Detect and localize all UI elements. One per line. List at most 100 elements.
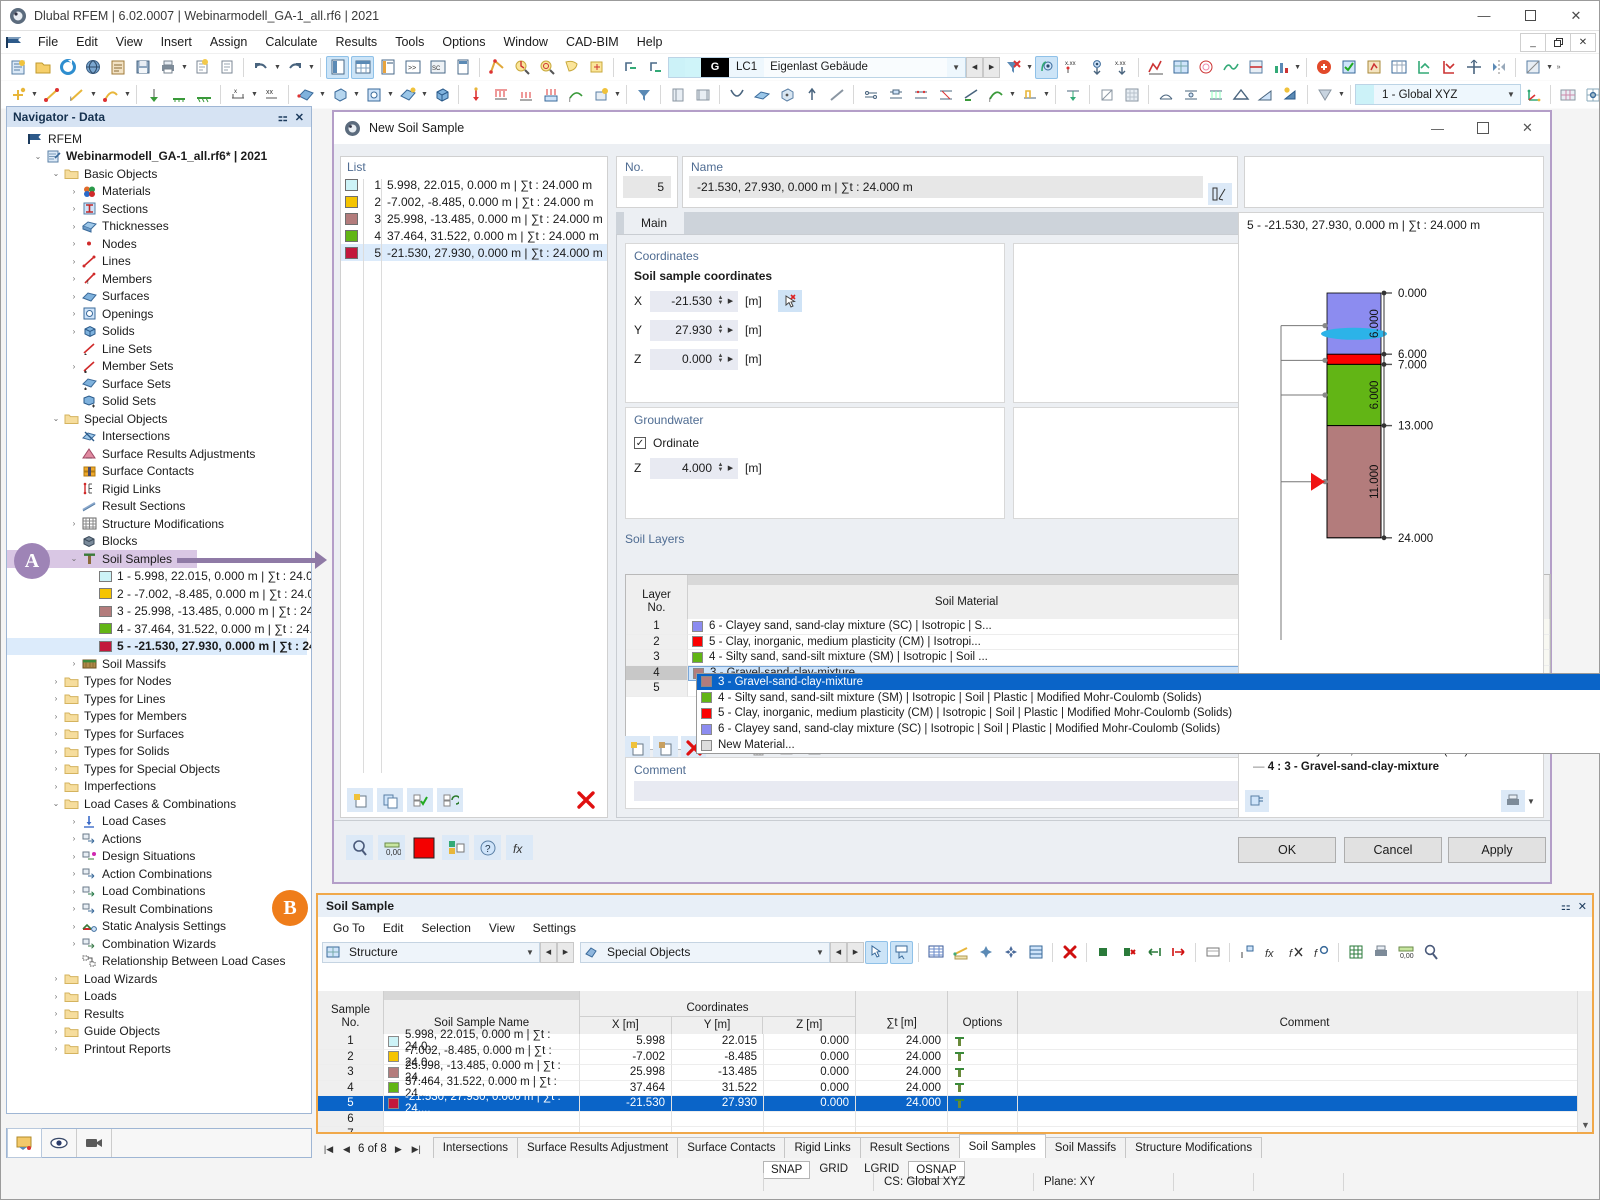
menu-help[interactable]: Help (628, 32, 672, 52)
table-ref-icon[interactable] (1235, 941, 1258, 964)
tree-item-result-combinations[interactable]: › Result Combinations (7, 900, 311, 918)
film-icon[interactable] (691, 83, 714, 106)
table-layout-icon[interactable] (1201, 941, 1224, 964)
report-icon[interactable] (215, 56, 238, 79)
table-excel-export-icon[interactable] (1344, 941, 1367, 964)
result-table-icon[interactable] (1387, 56, 1410, 79)
pager-next-icon[interactable]: ▶ (392, 1144, 405, 1155)
grid-snap-icon[interactable] (1581, 83, 1599, 106)
render-settings-dropdown-icon[interactable]: ▼ (1545, 56, 1554, 79)
new-line-icon[interactable] (40, 83, 63, 106)
new-model-icon[interactable] (6, 56, 29, 79)
groundwater-z-expand-icon[interactable]: ▶ (725, 464, 736, 472)
row-comment[interactable] (1018, 1111, 1592, 1127)
tree-item-3-25-998-13-485-0-000-m-t-24-000-m[interactable]: 3 - 25.998, -13.485, 0.000 m | ∑t : 24.0… (7, 603, 311, 621)
mesh-icon[interactable] (1154, 83, 1177, 106)
mdi-minimize-button[interactable]: _ (1520, 32, 1546, 52)
globe-icon[interactable] (81, 56, 104, 79)
member-eccentricity-icon[interactable] (884, 83, 907, 106)
move-icon[interactable] (1462, 56, 1485, 79)
menu-view[interactable]: View (107, 32, 152, 52)
new-arc-dropdown-icon[interactable]: ▼ (123, 83, 132, 106)
dialog-minimize-button[interactable]: — (1415, 112, 1460, 144)
tree-expander-icon[interactable]: › (67, 204, 81, 213)
surface-result-icon[interactable] (1169, 56, 1192, 79)
coord-x-expand-icon[interactable]: ▶ (725, 297, 736, 305)
surface-load-icon[interactable] (539, 83, 562, 106)
tree-item-thicknesses[interactable]: › Thicknesses (7, 218, 311, 236)
bottom-tab-result-sections[interactable]: Result Sections (859, 1137, 960, 1158)
menu-assign[interactable]: Assign (201, 32, 257, 52)
tree-item-member-sets[interactable]: › Member Sets (7, 358, 311, 376)
render-view-icon[interactable] (1035, 55, 1059, 79)
tree-item-types-for-special-objects[interactable]: › Types for Special Objects (7, 760, 311, 778)
row-z[interactable] (764, 1127, 856, 1132)
tree-expander-icon[interactable]: ⌄ (67, 554, 81, 563)
table-clear-icon[interactable] (1058, 941, 1081, 964)
table-menu-edit[interactable]: Edit (374, 919, 413, 937)
tree-item-intersections[interactable]: Intersections (7, 428, 311, 446)
surface-plane-icon[interactable] (750, 83, 773, 106)
layer-material[interactable]: 5 - Clay, inorganic, medium plasticity (… (688, 634, 1246, 650)
tree-item-solids[interactable]: › Solids (7, 323, 311, 341)
tree-expander-icon[interactable]: ⌄ (31, 152, 45, 161)
member-support-icon[interactable] (959, 83, 982, 106)
bottom-tab-rigid-links[interactable]: Rigid Links (784, 1137, 861, 1158)
menu-file[interactable]: File (29, 32, 67, 52)
row-options[interactable] (948, 1049, 1018, 1065)
tree-item-webinarmodell-ga-1-all-rf6-2021[interactable]: ⌄ Webinarmodell_GA-1_all.rf6* | 2021 (7, 148, 311, 166)
save-icon[interactable] (131, 56, 154, 79)
tree-item-2-7-002-8-485-0-000-m-t-24-000-m[interactable]: 2 - -7.002, -8.485, 0.000 m | ∑t : 24.00… (7, 585, 311, 603)
bottom-tab-structure-modifications[interactable]: Structure Modifications (1125, 1137, 1263, 1158)
special-objects-combo-chevron-icon[interactable]: ▼ (811, 948, 829, 957)
tree-expander-icon[interactable]: › (49, 1044, 63, 1053)
table-row[interactable]: 6 (318, 1111, 1592, 1127)
surface-grid-icon[interactable] (1120, 83, 1143, 106)
tree-item-imperfections[interactable]: › Imperfections (7, 778, 311, 796)
bottom-tabs[interactable]: Intersections Surface Results Adjustment S… (432, 1134, 1263, 1158)
table-row[interactable]: 7 (318, 1127, 1592, 1132)
special-objects-next-button[interactable]: ▶ (847, 941, 864, 963)
coord-y-expand-icon[interactable]: ▶ (725, 326, 736, 334)
menu-cadbim[interactable]: CAD-BIM (557, 32, 628, 52)
tree-item-combination-wizards[interactable]: › Combination Wizards (7, 935, 311, 953)
tree-item-openings[interactable]: › Openings (7, 305, 311, 323)
support-surface-icon[interactable] (192, 83, 215, 106)
row-y[interactable]: 22.015 (672, 1034, 764, 1050)
tree-item-sections[interactable]: › Sections (7, 200, 311, 218)
new-opening-dropdown-icon[interactable]: ▼ (386, 83, 395, 106)
chevron-down-icon[interactable]: ▼ (947, 63, 965, 72)
dialog-maximize-button[interactable] (1460, 112, 1505, 144)
table-menu-settings[interactable]: Settings (524, 919, 585, 937)
row-options[interactable] (948, 1111, 1018, 1127)
row-x[interactable]: 5.998 (580, 1034, 672, 1050)
grid-rows[interactable]: 1 5.998, 22.015, 0.000 m | ∑t : 24.0... 5.… (318, 1029, 1592, 1132)
tree-item-rigid-links[interactable]: Rigid Links (7, 480, 311, 498)
new-member-dropdown-icon[interactable]: ▼ (89, 83, 98, 106)
groundwater-z-input[interactable]: 4.000 ▲ ▼ ▶ (650, 457, 738, 479)
cs-chevron-down-icon[interactable]: ▼ (1502, 90, 1520, 99)
list-delete-icon[interactable] (573, 788, 599, 812)
name-value[interactable]: -21.530, 27.930, 0.000 m | ∑t : 24.000 m (689, 176, 1203, 198)
maximize-button[interactable] (1507, 1, 1553, 31)
tree-expander-icon[interactable]: › (49, 782, 63, 791)
table-formula-search-icon[interactable]: f (1310, 941, 1333, 964)
material-option[interactable]: 4 - Silty sand, sand-silt mixture (SM) |… (697, 690, 1600, 706)
diagram-print-icon[interactable] (1501, 790, 1525, 812)
section-result-icon[interactable] (1244, 56, 1267, 79)
tree-item-surface-sets[interactable]: Surface Sets (7, 375, 311, 393)
tree-expander-icon[interactable]: › (49, 729, 63, 738)
table-insert-right-icon[interactable] (1167, 941, 1190, 964)
tree-item-5-21-530-27-930-0-000-m-t-24-000-m[interactable]: 5 - -21.530, 27.930, 0.000 m | ∑t : 24.0… (7, 637, 311, 655)
lc-prev-icon[interactable] (619, 56, 642, 79)
navigator-toggle-icon[interactable] (326, 55, 349, 79)
list-select-all-icon[interactable] (407, 788, 433, 812)
filter-clear-icon[interactable] (1001, 56, 1024, 79)
tree-item-types-for-surfaces[interactable]: › Types for Surfaces (7, 725, 311, 743)
table-search-icon[interactable] (1419, 941, 1442, 964)
navigator-close-icon[interactable]: ✕ (295, 111, 304, 124)
tree-expander-icon[interactable]: ⌄ (49, 169, 63, 178)
tree-item-materials[interactable]: › Materials (7, 183, 311, 201)
row-x[interactable]: -7.002 (580, 1049, 672, 1065)
visibility-dropdown-icon[interactable]: ▼ (1337, 83, 1346, 106)
